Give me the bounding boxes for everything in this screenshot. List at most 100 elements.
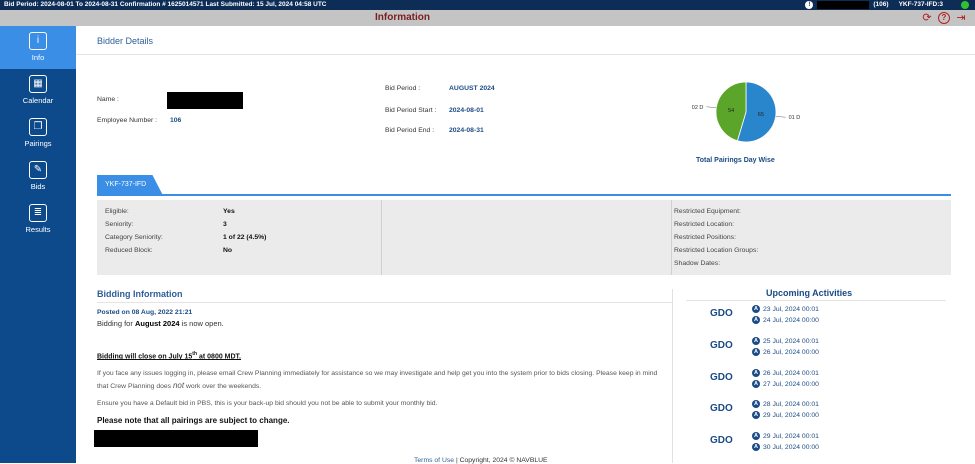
activity-badge-icon: A	[752, 432, 760, 440]
activity-code: GDO	[710, 403, 733, 414]
tab-crew-category[interactable]: YKF-737-IFD	[97, 175, 163, 194]
bid-period-info: Bid Period: 2024-08-01 To 2024-08-31 Con…	[4, 1, 327, 8]
activity-start: A 23 Jul, 2024 00:01	[752, 305, 819, 313]
pie-chart-title: Total Pairings Day Wise	[696, 157, 775, 164]
eligibility-panel: Eligible: Yes Seniority: 3 Category Seni…	[97, 200, 951, 275]
bid-period-value: AUGUST 2024	[449, 85, 495, 92]
logout-icon[interactable]: ⇥	[955, 12, 967, 24]
activity-badge-icon: A	[752, 305, 760, 313]
seniority-label: Seniority:	[105, 221, 134, 228]
activity-badge-icon: A	[752, 316, 760, 324]
category-seniority-value: 1 of 22 (4.5%)	[223, 234, 267, 241]
activity-badge-icon: A	[752, 337, 760, 345]
activity-start: A 29 Jul, 2024 00:01	[752, 432, 819, 440]
employee-number-label: Employee Number :	[97, 117, 158, 124]
top-status-bar: Bid Period: 2024-08-01 To 2024-08-31 Con…	[0, 0, 975, 10]
activity-badge-icon: A	[752, 443, 760, 451]
main-content: Bidder Details Name : Employee Number : …	[76, 26, 975, 464]
tab-underline	[97, 194, 951, 196]
sidebar-item-info[interactable]: i Info	[0, 26, 76, 69]
activity-end: A 24 Jul, 2024 00:00	[752, 316, 819, 324]
upcoming-activities-title: Upcoming Activities	[766, 288, 853, 298]
redacted-name	[167, 92, 243, 109]
bid-period-start-value: 2024-08-01	[449, 107, 484, 114]
login-issues-paragraph: If you face any issues logging in, pleas…	[97, 370, 658, 390]
activity-end: A 30 Jul, 2024 00:00	[752, 443, 819, 451]
pairings-pie-chart: 65 01 D 54 02 D	[692, 81, 801, 143]
sidebar-item-label: Bids	[30, 182, 46, 191]
sidebar-item-bids[interactable]: ✎ Bids	[0, 155, 76, 198]
pie-category-label: 01 D	[789, 115, 801, 121]
reduced-block-value: No	[223, 247, 233, 254]
activity-item[interactable]: GDO A 25 Jul, 2024 00:01 A 26 Jul, 2024 00:0…	[696, 334, 936, 366]
pie-leader-line	[775, 116, 786, 118]
eligible-value: Yes	[223, 208, 235, 215]
calendar-icon: ▦	[29, 75, 47, 93]
category-seniority-label: Category Seniority:	[105, 234, 163, 241]
pie-value-label: 65	[758, 112, 764, 118]
activity-start: A 25 Jul, 2024 00:01	[752, 337, 819, 345]
pie-leader-line	[706, 106, 717, 108]
default-bid-paragraph: Ensure you have a Default bid in PBS, th…	[97, 400, 438, 407]
restricted-equipment-label: Restricted Equipment:	[674, 208, 741, 215]
restricted-location-label: Restricted Location:	[674, 221, 735, 228]
activity-code: GDO	[710, 372, 733, 383]
sidebar-item-label: Calendar	[22, 96, 54, 105]
activity-end: A 27 Jul, 2024 00:00	[752, 380, 819, 388]
info-icon[interactable]: !	[805, 1, 814, 9]
bidding-close-notice: Bidding will close on July 15th at 0800 …	[97, 351, 242, 361]
sidebar: i Info ▦ Calendar ❐ Pairings ✎ Bids ≣ Re…	[0, 26, 76, 463]
posted-date: Posted on 08 Aug, 2022 21:21	[97, 309, 193, 316]
activity-badge-icon: A	[752, 369, 760, 377]
sidebar-item-label: Pairings	[24, 139, 52, 148]
refresh-icon[interactable]: ⟳	[921, 12, 933, 24]
page-title: Information	[375, 12, 430, 23]
shadow-dates-label: Shadow Dates:	[674, 260, 721, 267]
seniority-value: 3	[223, 221, 227, 228]
reduced-block-label: Reduced Block:	[105, 247, 153, 254]
activity-badge-icon: A	[752, 400, 760, 408]
bid-period-start-label: Bid Period Start :	[385, 107, 437, 114]
employee-number-value: 106	[170, 117, 182, 124]
title-bar: Information ⟳ ? ⇥	[0, 10, 975, 26]
activity-item[interactable]: GDO A 29 Jul, 2024 00:01 A 30 Jul, 2024 00:0…	[696, 429, 936, 461]
redacted-signature	[94, 430, 258, 447]
restricted-location-groups-label: Restricted Location Groups:	[674, 247, 759, 254]
bids-icon: ✎	[29, 161, 47, 179]
name-label: Name :	[97, 96, 119, 103]
activity-end: A 29 Jul, 2024 00:00	[752, 411, 819, 419]
pie-value-label: 54	[728, 108, 734, 114]
info-icon: i	[29, 32, 47, 50]
sidebar-item-pairings[interactable]: ❐ Pairings	[0, 112, 76, 155]
crew-category: YKF-737-IFD:3	[898, 1, 943, 8]
status-dot-icon	[961, 1, 969, 9]
bidding-information-title: Bidding Information	[97, 289, 183, 299]
activity-item[interactable]: GDO A 28 Jul, 2024 00:01 A 29 Jul, 2024 00:0…	[696, 397, 936, 429]
user-count: (106)	[873, 1, 889, 8]
bid-period-label: Bid Period :	[385, 85, 421, 92]
sidebar-item-results[interactable]: ≣ Results	[0, 198, 76, 241]
activity-start: A 26 Jul, 2024 00:01	[752, 369, 819, 377]
activity-code: GDO	[710, 340, 733, 351]
sidebar-item-calendar[interactable]: ▦ Calendar	[0, 69, 76, 112]
bid-period-end-label: Bid Period End :	[385, 127, 435, 134]
activity-badge-icon: A	[752, 380, 760, 388]
activity-badge-icon: A	[752, 411, 760, 419]
activity-item[interactable]: GDO A 26 Jul, 2024 00:01 A 27 Jul, 2024 00:0…	[696, 366, 936, 398]
sidebar-item-label: Results	[25, 225, 51, 234]
redacted-user	[817, 1, 870, 9]
activity-badge-icon: A	[752, 348, 760, 356]
sidebar-item-label: Info	[31, 53, 45, 62]
activity-code: GDO	[710, 308, 733, 319]
eligible-label: Eligible:	[105, 208, 129, 215]
activity-end: A 26 Jul, 2024 00:00	[752, 348, 819, 356]
pie-category-label: 02 D	[692, 105, 704, 111]
help-icon[interactable]: ?	[938, 12, 950, 24]
pairings-change-note: Please note that all pairings are subjec…	[97, 416, 290, 425]
restricted-positions-label: Restricted Positions:	[674, 234, 736, 241]
bidding-open-message: Bidding for August 2024 is now open.	[97, 319, 224, 328]
bid-period-end-value: 2024-08-31	[449, 127, 484, 134]
activity-item[interactable]: GDO A 23 Jul, 2024 00:01 A 24 Jul, 2024 00:0…	[696, 302, 936, 334]
divider	[76, 54, 975, 55]
activity-code: GDO	[710, 435, 733, 446]
